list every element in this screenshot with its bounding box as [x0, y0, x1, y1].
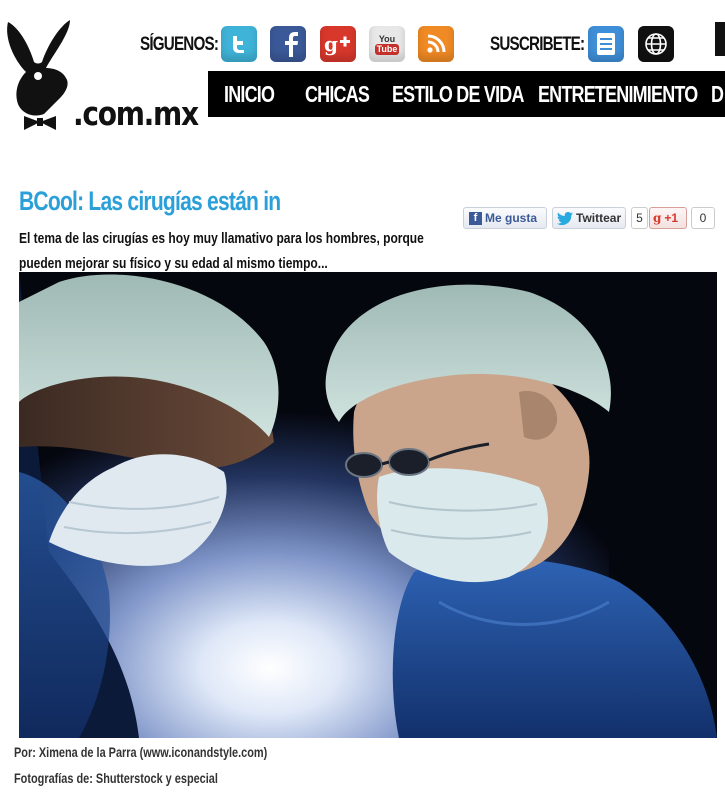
facebook-icon: f — [469, 211, 482, 225]
header-edge-element — [715, 22, 725, 56]
twitter-bird-icon — [557, 211, 573, 225]
article-photo[interactable] — [19, 272, 717, 738]
tweet-label: Twittear — [576, 211, 622, 225]
tweet-count: 5 — [631, 207, 648, 229]
rss-icon[interactable] — [418, 26, 454, 62]
newsletter-icon[interactable] — [588, 26, 624, 62]
google-plus-icon[interactable]: g — [320, 26, 356, 62]
google-plus-button[interactable]: g +1 — [649, 207, 687, 229]
facebook-icon[interactable] — [270, 26, 306, 62]
youtube-icon[interactable]: You Tube — [369, 26, 405, 62]
bunny-logo-icon — [7, 20, 70, 130]
like-label: Me gusta — [485, 211, 538, 225]
web-icon[interactable] — [638, 26, 674, 62]
youtube-bottom-text: Tube — [374, 43, 400, 55]
nav-item-chicas[interactable]: CHICAS — [305, 81, 370, 108]
nav-item-estilo-de-vida[interactable]: ESTILO DE VIDA — [392, 81, 524, 108]
author-credit: Por: Ximena de la Parra (www.iconandstyl… — [14, 744, 268, 760]
svg-text:g: g — [324, 32, 338, 56]
article-title[interactable]: BCool: Las cirugías están in — [19, 186, 281, 217]
google-plus-count: 0 — [691, 207, 715, 229]
nav-item-entretenimiento[interactable]: ENTRETENIMIENTO — [538, 81, 698, 108]
nav-item-more[interactable]: D — [711, 81, 724, 108]
follow-label: SÍGUENOS: — [140, 34, 219, 55]
tweet-button[interactable]: Twittear — [552, 207, 626, 229]
main-nav: INICIO CHICAS ESTILO DE VIDA ENTRETENIMI… — [208, 71, 725, 117]
photo-credit: Fotografías de: Shutterstock y especial — [14, 770, 218, 786]
twitter-icon[interactable] — [221, 26, 257, 62]
surgeons-photo — [19, 272, 717, 738]
logo-domain-text: .com.mx — [73, 94, 199, 133]
google-plus-icon: g — [653, 211, 662, 225]
subscribe-label: SUSCRIBETE: — [490, 34, 585, 55]
google-plus-label: +1 — [664, 211, 679, 225]
youtube-top-text: You — [378, 33, 396, 44]
article-summary: El tema de las cirugías es hoy muy llama… — [19, 230, 424, 272]
nav-item-inicio[interactable]: INICIO — [224, 81, 275, 108]
facebook-like-button[interactable]: f Me gusta — [463, 207, 547, 229]
